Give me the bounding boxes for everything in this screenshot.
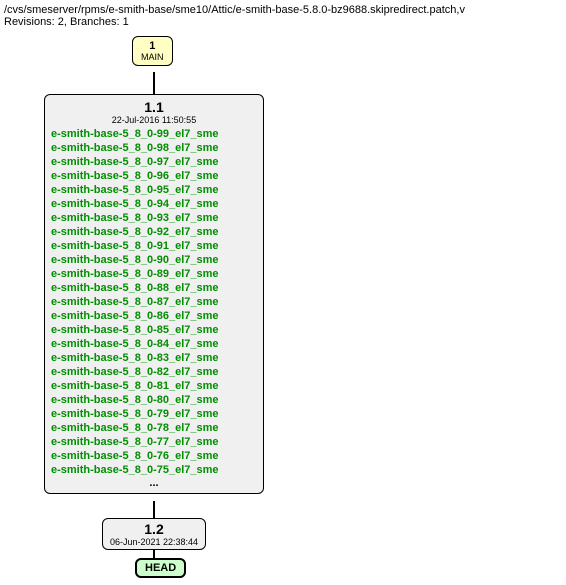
tag-label: e-smith-base-5_8_0-86_el7_sme bbox=[51, 309, 257, 323]
tag-label: e-smith-base-5_8_0-82_el7_sme bbox=[51, 365, 257, 379]
tag-label: e-smith-base-5_8_0-96_el7_sme bbox=[51, 169, 257, 183]
tag-label: e-smith-base-5_8_0-93_el7_sme bbox=[51, 211, 257, 225]
tag-label: e-smith-base-5_8_0-92_el7_sme bbox=[51, 225, 257, 239]
branch-label: MAIN bbox=[141, 52, 164, 62]
head-label-node[interactable]: HEAD bbox=[135, 558, 186, 578]
revision-number: 1.2 bbox=[107, 521, 201, 537]
revision-date: 06-Jun-2021 22:38:44 bbox=[107, 537, 201, 547]
tag-label: e-smith-base-5_8_0-98_el7_sme bbox=[51, 141, 257, 155]
tag-label: e-smith-base-5_8_0-97_el7_sme bbox=[51, 155, 257, 169]
tag-label: e-smith-base-5_8_0-99_el7_sme bbox=[51, 127, 257, 141]
tag-label: e-smith-base-5_8_0-79_el7_sme bbox=[51, 407, 257, 421]
cvs-path: /cvs/smeserver/rpms/e-smith-base/sme10/A… bbox=[4, 4, 562, 16]
tag-label: e-smith-base-5_8_0-84_el7_sme bbox=[51, 337, 257, 351]
branch-number: 1 bbox=[141, 40, 164, 52]
tag-list: e-smith-base-5_8_0-99_el7_smee-smith-bas… bbox=[51, 127, 257, 477]
tag-label: e-smith-base-5_8_0-85_el7_sme bbox=[51, 323, 257, 337]
revision-number: 1.1 bbox=[51, 99, 257, 115]
tag-label: e-smith-base-5_8_0-95_el7_sme bbox=[51, 183, 257, 197]
tag-label: e-smith-base-5_8_0-88_el7_sme bbox=[51, 281, 257, 295]
tag-label: e-smith-base-5_8_0-90_el7_sme bbox=[51, 253, 257, 267]
tag-label: e-smith-base-5_8_0-75_el7_sme bbox=[51, 463, 257, 477]
revisions-summary: Revisions: 2, Branches: 1 bbox=[4, 16, 562, 28]
tag-label: e-smith-base-5_8_0-78_el7_sme bbox=[51, 421, 257, 435]
tag-label: e-smith-base-5_8_0-80_el7_sme bbox=[51, 393, 257, 407]
revision-1-1-node[interactable]: 1.1 22-Jul-2016 11:50:55 e-smith-base-5_… bbox=[44, 94, 264, 494]
tag-ellipsis: ... bbox=[51, 477, 257, 489]
connector-line bbox=[153, 501, 155, 518]
tag-label: e-smith-base-5_8_0-77_el7_sme bbox=[51, 435, 257, 449]
tag-label: e-smith-base-5_8_0-91_el7_sme bbox=[51, 239, 257, 253]
tag-label: e-smith-base-5_8_0-81_el7_sme bbox=[51, 379, 257, 393]
tag-label: e-smith-base-5_8_0-76_el7_sme bbox=[51, 449, 257, 463]
revision-1-2-node[interactable]: 1.2 06-Jun-2021 22:38:44 bbox=[102, 518, 206, 550]
connector-line bbox=[153, 72, 155, 94]
tag-label: e-smith-base-5_8_0-94_el7_sme bbox=[51, 197, 257, 211]
cvs-graph: 1 MAIN 1.1 22-Jul-2016 11:50:55 e-smith-… bbox=[4, 36, 564, 581]
tag-label: e-smith-base-5_8_0-89_el7_sme bbox=[51, 267, 257, 281]
tag-label: e-smith-base-5_8_0-87_el7_sme bbox=[51, 295, 257, 309]
branch-main-node[interactable]: 1 MAIN bbox=[132, 36, 173, 66]
tag-label: e-smith-base-5_8_0-83_el7_sme bbox=[51, 351, 257, 365]
revision-date: 22-Jul-2016 11:50:55 bbox=[51, 115, 257, 125]
